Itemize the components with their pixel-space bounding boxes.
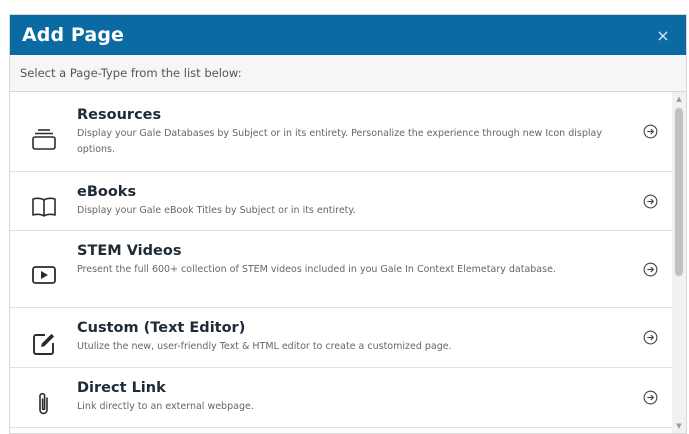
arrow-right-circle-icon[interactable]: [642, 390, 658, 406]
paperclip-icon: [10, 380, 77, 427]
item-description: Utulize the new, user-friendly Text & HT…: [77, 341, 452, 352]
item-text: Direct Link Link directly to an external…: [77, 380, 672, 415]
page-type-list-container: Resources Display your Gale Databases by…: [10, 92, 686, 433]
arrow-right-circle-icon[interactable]: [642, 193, 658, 209]
item-description: Present the full 600+ collection of STEM…: [77, 264, 556, 275]
item-text: Custom (Text Editor) Utulize the new, us…: [77, 320, 672, 355]
item-text: STEM Videos Present the full 600+ collec…: [77, 243, 672, 278]
arrow-right-circle-icon[interactable]: [642, 261, 658, 277]
instructions-bar: Select a Page-Type from the list below:: [10, 55, 686, 92]
scrollbar-thumb[interactable]: [675, 108, 683, 276]
item-description: Link directly to an external webpage.: [77, 401, 254, 412]
item-title: Direct Link: [77, 380, 166, 396]
scroll-up-arrow-icon[interactable]: ▲: [672, 92, 686, 106]
vertical-scrollbar[interactable]: ▲ ▼: [672, 92, 686, 433]
item-title: eBooks: [77, 184, 137, 200]
item-text: eBooks Display your Gale eBook Titles by…: [77, 184, 672, 219]
page-type-list: Resources Display your Gale Databases by…: [10, 92, 672, 428]
item-description: Display your Gale eBook Titles by Subjec…: [77, 205, 356, 216]
tray-stack-icon: [10, 107, 77, 171]
close-icon[interactable]: ×: [652, 24, 674, 46]
list-item-stem-videos[interactable]: STEM Videos Present the full 600+ collec…: [10, 231, 672, 308]
arrow-right-circle-icon[interactable]: [642, 124, 658, 140]
list-item-custom-text-editor[interactable]: Custom (Text Editor) Utulize the new, us…: [10, 308, 672, 368]
scroll-down-arrow-icon[interactable]: ▼: [672, 419, 686, 433]
dialog-title: Add Page: [22, 24, 125, 46]
add-page-dialog: Add Page × Select a Page-Type from the l…: [9, 14, 687, 434]
item-title: STEM Videos: [77, 243, 182, 259]
dialog-header: Add Page ×: [10, 15, 686, 55]
item-description: Display your Gale Databases by Subject o…: [77, 128, 602, 155]
item-title: Custom (Text Editor): [77, 320, 246, 336]
instructions-text: Select a Page-Type from the list below:: [20, 66, 242, 80]
video-play-icon: [10, 243, 77, 307]
list-item-resources[interactable]: Resources Display your Gale Databases by…: [10, 92, 672, 172]
open-book-icon: [10, 184, 77, 230]
list-item-direct-link[interactable]: Direct Link Link directly to an external…: [10, 368, 672, 428]
arrow-right-circle-icon[interactable]: [642, 330, 658, 346]
item-title: Resources: [77, 107, 162, 123]
edit-pencil-icon: [10, 320, 77, 367]
list-item-ebooks[interactable]: eBooks Display your Gale eBook Titles by…: [10, 172, 672, 231]
item-text: Resources Display your Gale Databases by…: [77, 107, 672, 158]
